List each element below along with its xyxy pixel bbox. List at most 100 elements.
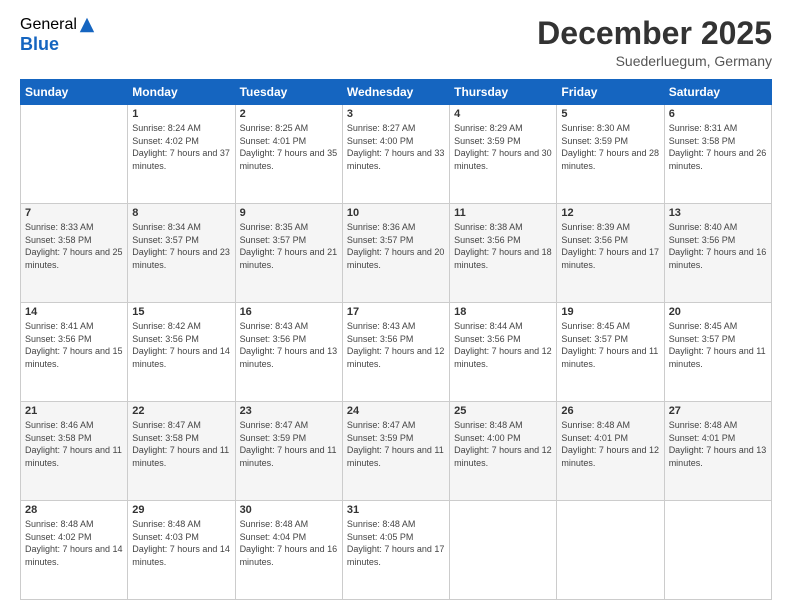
calendar-cell: 19Sunrise: 8:45 AMSunset: 3:57 PMDayligh… [557,303,664,402]
day-info: Sunrise: 8:39 AMSunset: 3:56 PMDaylight:… [561,221,659,271]
day-number: 11 [454,207,552,219]
calendar-cell: 20 Sunrise: 8:45 AMSunset: 3:57 PMDayligh… [664,303,771,402]
day-number: 27 [669,405,767,417]
day-info: Sunrise: 8:41 AMSunset: 3:56 PMDaylight:… [25,320,123,370]
day-number: 18 [454,306,552,318]
calendar-cell: 9 Sunrise: 8:35 AMSunset: 3:57 PMDaylight… [235,204,342,303]
calendar-cell: 4Sunrise: 8:29 AMSunset: 3:59 PMDaylight… [450,105,557,204]
day-info: Sunrise: 8:43 AMSunset: 3:56 PMDaylight:… [347,320,445,370]
col-header-saturday: Saturday [664,80,771,105]
month-title: December 2025 [537,16,772,51]
page: General Blue December 2025 Suederluegum,… [0,0,792,612]
day-number: 24 [347,405,445,417]
calendar-cell: 14 Sunrise: 8:41 AMSunset: 3:56 PMDayligh… [21,303,128,402]
day-info: Sunrise: 8:44 AMSunset: 3:56 PMDaylight:… [454,320,552,370]
calendar-cell: 2 Sunrise: 8:25 AMSunset: 4:01 PMDaylight… [235,105,342,204]
day-number: 13 [669,207,767,219]
day-number: 22 [132,405,230,417]
day-info: Sunrise: 8:34 AMSunset: 3:57 PMDaylight:… [132,221,230,271]
day-number: 16 [240,306,338,318]
day-number: 1 [132,108,230,120]
day-number: 14 [25,306,123,318]
day-info: Sunrise: 8:48 AMSunset: 4:04 PMDaylight:… [240,518,338,568]
col-header-friday: Friday [557,80,664,105]
logo: General Blue [20,16,96,55]
calendar-cell: 1 Sunrise: 8:24 AMSunset: 4:02 PMDaylight… [128,105,235,204]
day-info: Sunrise: 8:47 AMSunset: 3:59 PMDaylight:… [240,419,338,469]
day-number: 15 [132,306,230,318]
calendar-week-4: 28Sunrise: 8:48 AMSunset: 4:02 PMDayligh… [21,501,772,600]
day-info: Sunrise: 8:27 AMSunset: 4:00 PMDaylight:… [347,122,445,172]
calendar-table: SundayMondayTuesdayWednesdayThursdayFrid… [20,79,772,600]
day-info: Sunrise: 8:45 AMSunset: 3:57 PMDaylight:… [669,320,767,370]
logo-blue-text: Blue [20,34,59,55]
day-info: Sunrise: 8:40 AMSunset: 3:56 PMDaylight:… [669,221,767,271]
calendar-cell: 13 Sunrise: 8:40 AMSunset: 3:56 PMDayligh… [664,204,771,303]
calendar-cell: 21 Sunrise: 8:46 AMSunset: 3:58 PMDayligh… [21,402,128,501]
day-number: 12 [561,207,659,219]
subtitle: Suederluegum, Germany [537,53,772,69]
day-info: Sunrise: 8:48 AMSunset: 4:00 PMDaylight:… [454,419,552,469]
day-info: Sunrise: 8:47 AMSunset: 3:59 PMDaylight:… [347,419,445,469]
day-info: Sunrise: 8:25 AMSunset: 4:01 PMDaylight:… [240,122,338,172]
day-number: 20 [669,306,767,318]
calendar-cell: 23Sunrise: 8:47 AMSunset: 3:59 PMDayligh… [235,402,342,501]
calendar-cell: 17 Sunrise: 8:43 AMSunset: 3:56 PMDayligh… [342,303,449,402]
day-info: Sunrise: 8:48 AMSunset: 4:03 PMDaylight:… [132,518,230,568]
day-info: Sunrise: 8:47 AMSunset: 3:58 PMDaylight:… [132,419,230,469]
day-info: Sunrise: 8:43 AMSunset: 3:56 PMDaylight:… [240,320,338,370]
calendar-week-1: 7Sunrise: 8:33 AMSunset: 3:58 PMDaylight… [21,204,772,303]
day-info: Sunrise: 8:46 AMSunset: 3:58 PMDaylight:… [25,419,123,469]
day-info: Sunrise: 8:31 AMSunset: 3:58 PMDaylight:… [669,122,767,172]
day-number: 26 [561,405,659,417]
day-number: 7 [25,207,123,219]
calendar-cell: 7Sunrise: 8:33 AMSunset: 3:58 PMDaylight… [21,204,128,303]
day-info: Sunrise: 8:48 AMSunset: 4:05 PMDaylight:… [347,518,445,568]
day-info: Sunrise: 8:48 AMSunset: 4:02 PMDaylight:… [25,518,123,568]
title-section: December 2025 Suederluegum, Germany [537,16,772,69]
day-info: Sunrise: 8:48 AMSunset: 4:01 PMDaylight:… [561,419,659,469]
calendar-week-0: 1 Sunrise: 8:24 AMSunset: 4:02 PMDaylight… [21,105,772,204]
logo-icon [78,16,96,34]
col-header-sunday: Sunday [21,80,128,105]
day-info: Sunrise: 8:30 AMSunset: 3:59 PMDaylight:… [561,122,659,172]
calendar-cell: 24 Sunrise: 8:47 AMSunset: 3:59 PMDayligh… [342,402,449,501]
day-info: Sunrise: 8:35 AMSunset: 3:57 PMDaylight:… [240,221,338,271]
calendar-cell: 6 Sunrise: 8:31 AMSunset: 3:58 PMDaylight… [664,105,771,204]
calendar-cell: 8Sunrise: 8:34 AMSunset: 3:57 PMDaylight… [128,204,235,303]
day-number: 21 [25,405,123,417]
calendar-cell: 27 Sunrise: 8:48 AMSunset: 4:01 PMDayligh… [664,402,771,501]
day-info: Sunrise: 8:42 AMSunset: 3:56 PMDaylight:… [132,320,230,370]
calendar-cell: 28Sunrise: 8:48 AMSunset: 4:02 PMDayligh… [21,501,128,600]
day-info: Sunrise: 8:48 AMSunset: 4:01 PMDaylight:… [669,419,767,469]
header: General Blue December 2025 Suederluegum,… [20,16,772,69]
day-info: Sunrise: 8:24 AMSunset: 4:02 PMDaylight:… [132,122,230,172]
day-info: Sunrise: 8:36 AMSunset: 3:57 PMDaylight:… [347,221,445,271]
day-number: 6 [669,108,767,120]
day-info: Sunrise: 8:38 AMSunset: 3:56 PMDaylight:… [454,221,552,271]
day-number: 17 [347,306,445,318]
day-number: 2 [240,108,338,120]
calendar-cell: 11 Sunrise: 8:38 AMSunset: 3:56 PMDayligh… [450,204,557,303]
calendar-cell: 26 Sunrise: 8:48 AMSunset: 4:01 PMDayligh… [557,402,664,501]
day-number: 10 [347,207,445,219]
col-header-wednesday: Wednesday [342,80,449,105]
day-number: 31 [347,504,445,516]
calendar-cell: 25Sunrise: 8:48 AMSunset: 4:00 PMDayligh… [450,402,557,501]
calendar-week-2: 14 Sunrise: 8:41 AMSunset: 3:56 PMDayligh… [21,303,772,402]
logo-text: General [20,16,96,34]
calendar-cell: 15 Sunrise: 8:42 AMSunset: 3:56 PMDayligh… [128,303,235,402]
calendar-cell: 22 Sunrise: 8:47 AMSunset: 3:58 PMDayligh… [128,402,235,501]
calendar-cell: 18 Sunrise: 8:44 AMSunset: 3:56 PMDayligh… [450,303,557,402]
day-number: 3 [347,108,445,120]
col-header-monday: Monday [128,80,235,105]
day-info: Sunrise: 8:29 AMSunset: 3:59 PMDaylight:… [454,122,552,172]
calendar-cell: 31 Sunrise: 8:48 AMSunset: 4:05 PMDayligh… [342,501,449,600]
calendar-cell: 5Sunrise: 8:30 AMSunset: 3:59 PMDaylight… [557,105,664,204]
logo-general: General [20,16,77,34]
day-number: 9 [240,207,338,219]
calendar-cell [21,105,128,204]
col-header-tuesday: Tuesday [235,80,342,105]
day-number: 30 [240,504,338,516]
calendar-cell: 29Sunrise: 8:48 AMSunset: 4:03 PMDayligh… [128,501,235,600]
